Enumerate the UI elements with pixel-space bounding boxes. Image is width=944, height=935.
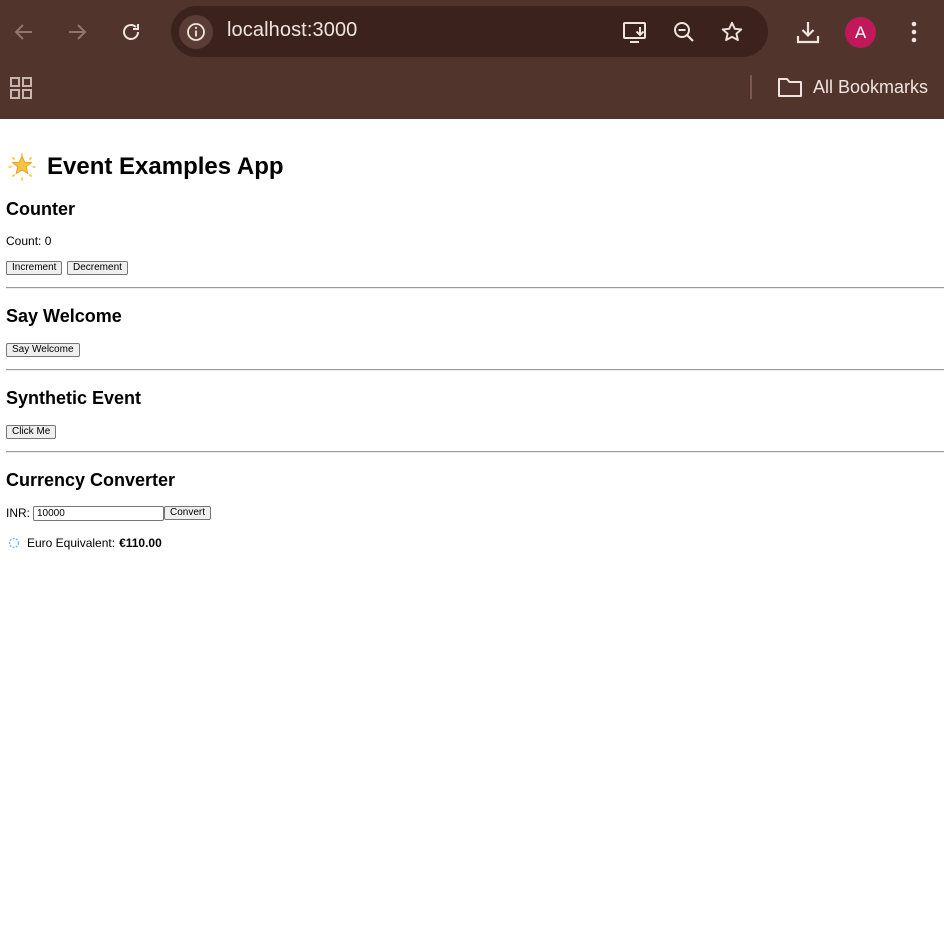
bookmarks-divider: [750, 75, 752, 99]
forward-arrow-icon: [69, 24, 87, 40]
euro-result-value: €110.00: [119, 536, 162, 550]
folder-icon: [778, 78, 802, 97]
install-app-button[interactable]: [621, 18, 649, 46]
counter-heading: Counter: [6, 199, 75, 219]
glowing-star-icon: [8, 153, 36, 181]
say-welcome-button[interactable]: Say Welcome: [6, 343, 80, 357]
zoom-out-icon: [674, 22, 694, 42]
divider: [6, 451, 944, 453]
browser-menu-button[interactable]: [896, 14, 932, 50]
more-vert-icon: [911, 21, 917, 43]
increment-button[interactable]: Increment: [6, 261, 63, 275]
download-icon: [796, 22, 820, 44]
loading-spinner-icon: [8, 537, 20, 549]
divider: [6, 369, 944, 371]
downloads-button[interactable]: [790, 14, 826, 50]
back-arrow-icon: [14, 24, 32, 40]
reload-icon: [123, 24, 139, 40]
page-content: Event Examples App Counter Count: 0 Incr…: [0, 119, 944, 935]
install-app-icon: [623, 22, 646, 43]
count-display: Count: 0: [6, 234, 52, 248]
convert-button[interactable]: Convert: [164, 506, 212, 520]
zoom-button[interactable]: [670, 18, 698, 46]
decrement-button[interactable]: Decrement: [67, 261, 128, 275]
address-bar[interactable]: localhost:3000: [171, 6, 768, 57]
back-button[interactable]: [6, 14, 42, 50]
euro-result-label: Euro Equivalent:: [27, 536, 116, 550]
browser-toolbar: localhost:3000 A All Bookmarks: [0, 0, 944, 119]
url-text[interactable]: localhost:3000: [227, 19, 357, 42]
all-bookmarks-label[interactable]: All Bookmarks: [813, 77, 928, 98]
welcome-heading: Say Welcome: [6, 306, 122, 326]
currency-converter-heading: Currency Converter: [6, 470, 176, 490]
apps-shortcut[interactable]: [8, 75, 34, 101]
apps-grid-icon: [10, 77, 32, 99]
reload-button[interactable]: [113, 14, 149, 50]
bookmark-star-button[interactable]: [718, 18, 746, 46]
inr-label: INR:: [6, 506, 30, 520]
synthetic-event-heading: Synthetic Event: [6, 388, 142, 408]
euro-result: Euro Equivalent: €110.00: [8, 536, 162, 550]
app-heading: Event Examples App: [8, 153, 284, 181]
info-icon: [187, 23, 205, 41]
click-me-button[interactable]: Click Me: [6, 425, 57, 439]
inr-input[interactable]: [33, 506, 164, 521]
divider: [6, 287, 944, 289]
star-icon: [721, 21, 743, 42]
profile-avatar[interactable]: A: [845, 17, 876, 48]
app-title-text: Event Examples App: [47, 153, 284, 180]
bookmarks-folder-button[interactable]: [776, 75, 804, 99]
site-info-button[interactable]: [179, 15, 213, 49]
forward-button[interactable]: [59, 14, 95, 50]
